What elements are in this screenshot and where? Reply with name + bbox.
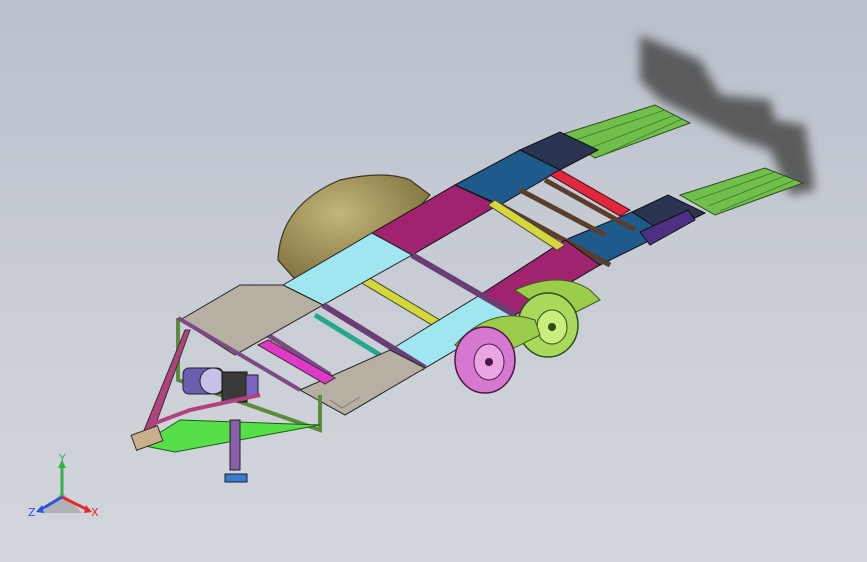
y-axis-label: Y [58,452,66,465]
crossmember-red[interactable] [548,169,631,217]
z-axis-label: Z [28,506,36,519]
x-axis-label: X [91,506,99,519]
cad-viewport[interactable]: Y X Z [0,0,867,562]
crossmember-magenta[interactable] [256,339,336,385]
orientation-triad[interactable]: Y X Z [28,452,99,519]
wheel-front[interactable] [454,326,516,394]
